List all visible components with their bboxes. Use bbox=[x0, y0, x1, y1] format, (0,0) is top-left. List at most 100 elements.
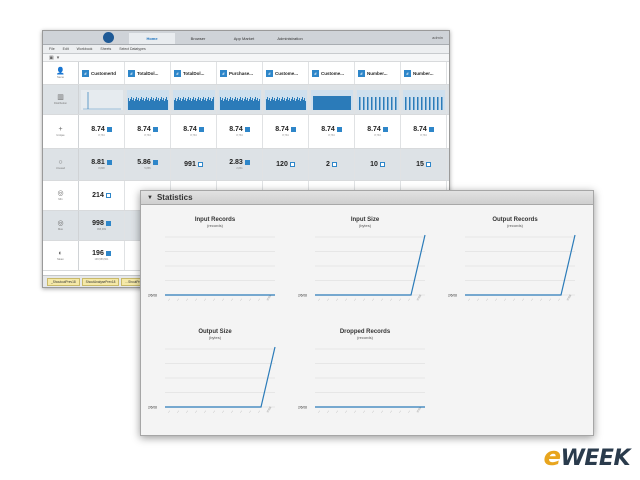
y-axis-label: 2/6/08 bbox=[448, 294, 457, 298]
distribution-cell[interactable] bbox=[171, 85, 217, 114]
stat-cell[interactable]: 8.74 8,734 bbox=[217, 115, 263, 148]
menu-select-datatypes[interactable]: Select Datatypes bbox=[119, 47, 145, 51]
logo-week: WEEK bbox=[560, 446, 631, 471]
dropdown-arrow-icon[interactable]: ▾ bbox=[57, 54, 60, 62]
tab-administration[interactable]: Administration bbox=[267, 33, 313, 44]
stat-cell[interactable]: 8.74 8,734 bbox=[171, 115, 217, 148]
column-type-icon: # bbox=[174, 69, 181, 77]
distribution-cell[interactable] bbox=[263, 85, 309, 114]
spark-bar bbox=[239, 96, 241, 110]
column-header[interactable]: # Custome... bbox=[309, 62, 355, 84]
spark-bar bbox=[230, 99, 232, 110]
distribution-sparkline bbox=[172, 89, 215, 110]
column-header[interactable]: # Number... bbox=[401, 62, 447, 84]
spark-bar bbox=[255, 99, 257, 110]
x-tick-label: — bbox=[239, 297, 243, 301]
stat-subvalue: 8,734 bbox=[98, 134, 105, 137]
input-records-chart: 2/6/08— — — — — — — — — — —7/7/22 bbox=[148, 236, 275, 302]
plus-icon: + bbox=[58, 126, 63, 133]
distribution-cell[interactable] bbox=[125, 85, 171, 114]
tab-app-market[interactable]: App Market bbox=[221, 33, 267, 44]
stat-cell[interactable]: 8.74 8,734 bbox=[309, 115, 355, 148]
collapse-triangle-icon[interactable]: ▼ bbox=[147, 195, 153, 201]
stat-cell[interactable]: 8.74 8,734 bbox=[263, 115, 309, 148]
spark-bar bbox=[287, 99, 289, 110]
menu-workbook[interactable]: Workbook bbox=[77, 47, 93, 51]
stat-cell[interactable]: 5.86 5,865 bbox=[125, 149, 171, 180]
stat-cell[interactable]: 8.74 8,734 bbox=[355, 115, 401, 148]
stat-value: 2.83 bbox=[229, 159, 243, 166]
x-tick-label: — bbox=[203, 409, 207, 413]
spark-bar bbox=[382, 96, 384, 110]
spark-bar bbox=[222, 100, 224, 110]
stat-subvalue: 8,808 bbox=[98, 167, 105, 170]
stat-cell[interactable]: 214 bbox=[79, 181, 125, 210]
distribution-cell[interactable] bbox=[355, 85, 401, 114]
user-menu[interactable]: admin bbox=[432, 35, 443, 40]
tab-browser[interactable]: Browser bbox=[175, 33, 221, 44]
spark-bar bbox=[174, 97, 176, 110]
value-marker-icon bbox=[105, 221, 111, 226]
x-tick-label: — bbox=[212, 409, 216, 413]
spark-bar bbox=[331, 95, 351, 110]
distribution-cell[interactable] bbox=[79, 85, 125, 114]
stat-value: 8.74 bbox=[367, 126, 381, 133]
spark-bar bbox=[134, 98, 136, 110]
distribution-cell[interactable] bbox=[217, 85, 263, 114]
spark-bar bbox=[269, 100, 271, 110]
menu-edit[interactable]: Edit bbox=[63, 47, 69, 51]
spark-bar bbox=[196, 98, 198, 110]
spark-bar bbox=[132, 97, 134, 110]
distribution-cell[interactable] bbox=[401, 85, 447, 114]
column-header[interactable]: # Number... bbox=[355, 62, 401, 84]
row-header-mean: ◐ Mean bbox=[43, 241, 79, 270]
column-header[interactable]: # Custome... bbox=[263, 62, 309, 84]
tab-home[interactable]: Home bbox=[129, 33, 175, 44]
column-header[interactable]: # TotalDol... bbox=[171, 62, 217, 84]
stat-cell[interactable]: 998 998,999 bbox=[79, 211, 125, 240]
sheet-tab[interactable]: _ShoutoutPrev18 bbox=[47, 277, 80, 286]
spark-bar bbox=[185, 100, 187, 110]
stat-cell[interactable]: 8.74 8,734 bbox=[79, 115, 125, 148]
x-tick-label: — bbox=[239, 409, 243, 413]
stat-cell[interactable]: 10 bbox=[355, 149, 401, 180]
column-header[interactable]: # CustomerId bbox=[79, 62, 125, 84]
spark-bar bbox=[289, 100, 291, 110]
column-header[interactable]: # Purchase... bbox=[217, 62, 263, 84]
spark-bar bbox=[133, 100, 135, 110]
menu-sheets[interactable]: Sheets bbox=[100, 47, 111, 51]
menu-file[interactable]: File bbox=[49, 47, 55, 51]
statistics-header[interactable]: ▼ Statistics bbox=[141, 191, 593, 205]
stat-cell[interactable]: 8.74 8,734 bbox=[125, 115, 171, 148]
sheet-tab[interactable]: ShoutAnalysePrev18 bbox=[81, 277, 120, 286]
spark-bar bbox=[130, 96, 132, 110]
stat-cell[interactable]: 196 196,586,501 bbox=[79, 241, 125, 270]
x-tick-label: — bbox=[335, 409, 339, 413]
x-tick-label: — bbox=[371, 409, 375, 413]
spark-bar bbox=[378, 96, 380, 110]
spark-bar bbox=[390, 96, 392, 110]
stat-cell[interactable]: 15 bbox=[401, 149, 447, 180]
spark-bar bbox=[266, 96, 268, 110]
x-tick-label: — bbox=[167, 297, 171, 301]
spark-bar bbox=[253, 98, 255, 110]
column-header[interactable]: # TotalDol... bbox=[125, 62, 171, 84]
value-marker-icon bbox=[382, 127, 388, 132]
stat-cell[interactable]: 8.74 8,734 bbox=[401, 115, 447, 148]
distribution-cell[interactable] bbox=[309, 85, 355, 114]
stat-cell[interactable]: 2 bbox=[309, 149, 355, 180]
stat-value: 5.86 bbox=[137, 159, 151, 166]
sheet-add-icon[interactable]: ▣ bbox=[49, 54, 54, 62]
stat-cell[interactable]: 8.81 8,808 bbox=[79, 149, 125, 180]
spark-bar bbox=[193, 99, 195, 110]
spark-bar bbox=[138, 100, 140, 110]
stat-cell[interactable]: 2.83 2,831 bbox=[217, 149, 263, 180]
stat-value: 10 bbox=[370, 161, 378, 168]
stat-cell[interactable]: 991 bbox=[171, 149, 217, 180]
x-tick-label: — bbox=[485, 297, 489, 301]
spark-bar bbox=[182, 96, 184, 110]
stat-cell[interactable]: 120 bbox=[263, 149, 309, 180]
output-size-chart: 2/6/08— — — — — — — — — — —7/7/22 bbox=[148, 346, 276, 414]
x-tick-label: — bbox=[389, 409, 393, 413]
spark-bar bbox=[248, 98, 250, 110]
